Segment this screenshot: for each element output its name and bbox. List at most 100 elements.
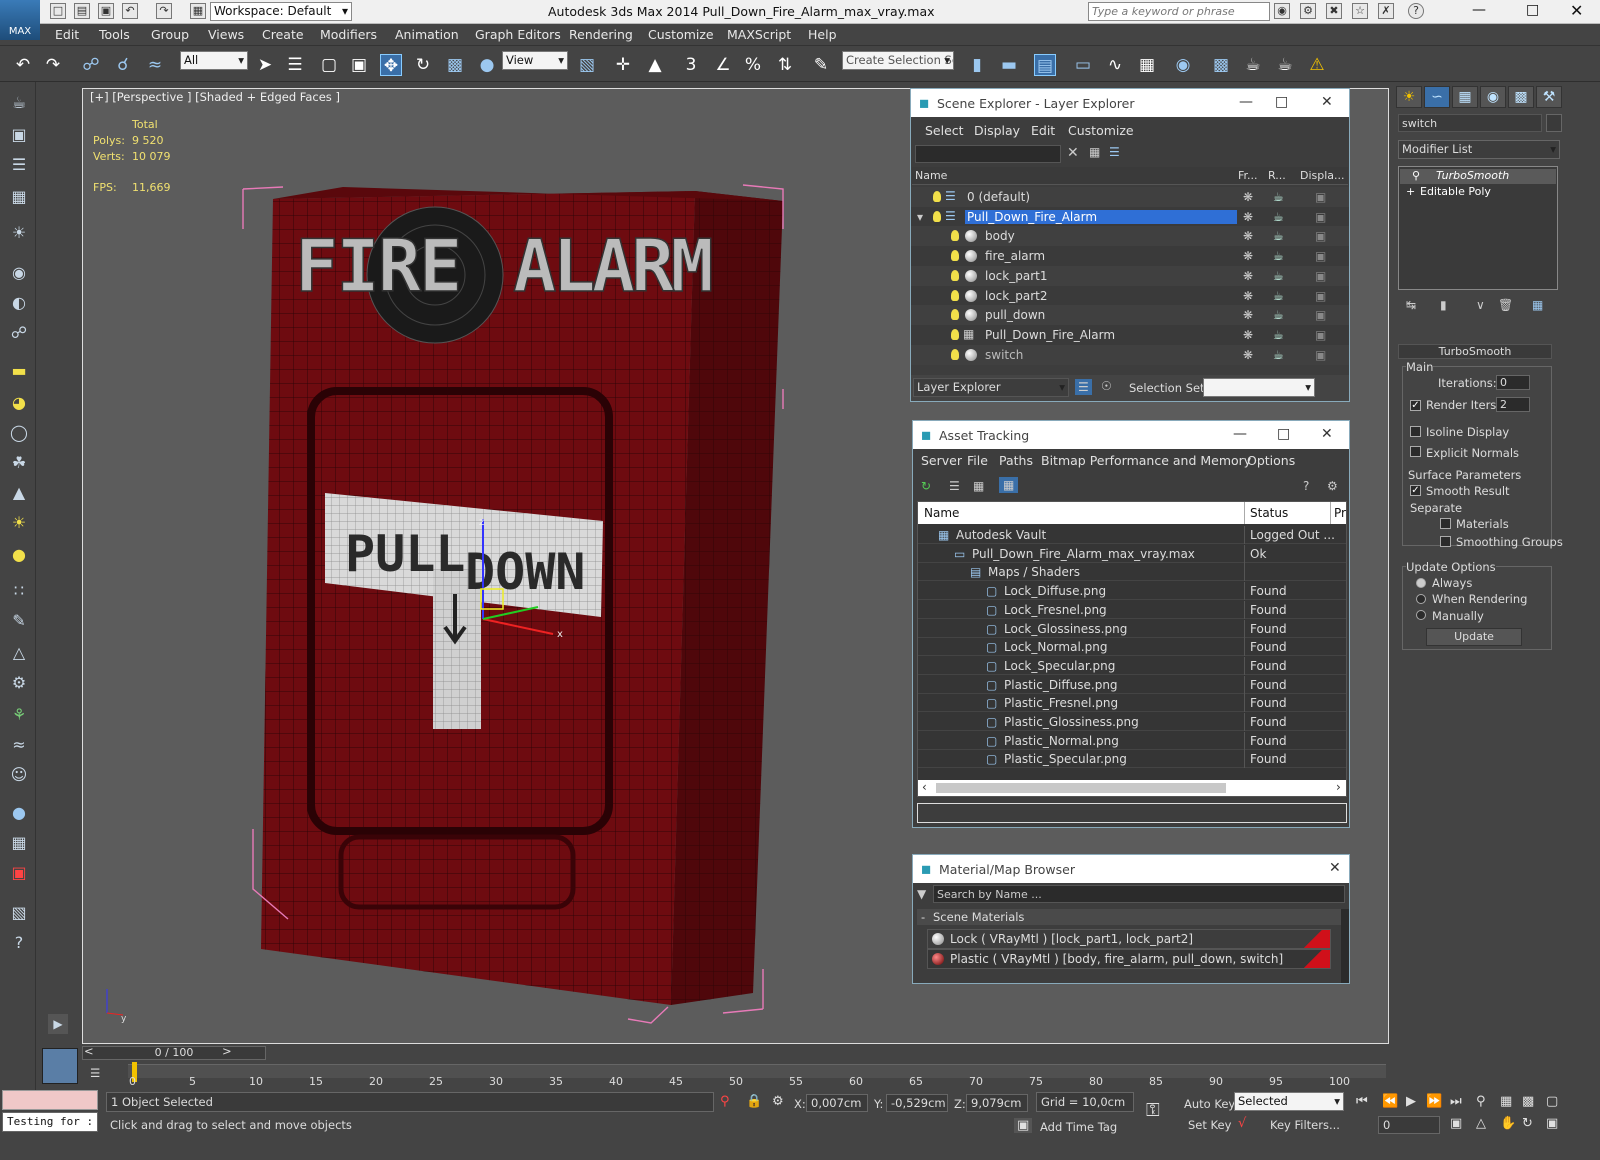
- col-freeze[interactable]: Fr...: [1238, 169, 1258, 182]
- absolute-mode-icon[interactable]: ⚙: [772, 1094, 784, 1109]
- table-row[interactable]: ▢ Plastic_Specular.png Found: [918, 750, 1346, 769]
- maxscript-input[interactable]: Testing for :: [2, 1112, 98, 1132]
- isolate-pin-icon[interactable]: ⚲: [720, 1094, 730, 1109]
- material-browser-titlebar[interactable]: ◼ Material/Map Browser ✕: [913, 855, 1349, 883]
- camera-icon[interactable]: ◉: [8, 262, 30, 284]
- pivot-center-icon[interactable]: ▧: [576, 54, 598, 76]
- expand-arrow-icon[interactable]: ▾: [917, 210, 923, 224]
- move-icon[interactable]: ✥: [380, 54, 402, 76]
- configure-sets-icon[interactable]: ▦: [1532, 298, 1543, 312]
- angle-snap-icon[interactable]: ∠: [712, 54, 734, 76]
- hierarchy-icon[interactable]: ☉: [1101, 379, 1112, 393]
- menu-maxscript[interactable]: MAXScript: [727, 27, 791, 42]
- se-row[interactable]: ☰ 0 (default) ❋ ☕ ▣: [911, 187, 1349, 207]
- lock-selection-icon[interactable]: 🔒: [746, 1094, 762, 1109]
- show-end-result-icon[interactable]: ▮: [1440, 298, 1447, 312]
- at-menu-options[interactable]: Options: [1247, 453, 1295, 468]
- minimize-button[interactable]: —: [1233, 426, 1247, 442]
- help-icon[interactable]: ?: [1303, 479, 1309, 493]
- workspace-dropdown[interactable]: Workspace: Default ▾: [210, 2, 352, 21]
- play-arrow-icon[interactable]: ▶: [48, 1014, 68, 1034]
- se-menu-customize[interactable]: Customize: [1068, 123, 1134, 138]
- z-coordinate-field[interactable]: 9,079cm: [966, 1094, 1028, 1112]
- table-row[interactable]: ▤ Maps / Shaders: [918, 563, 1346, 582]
- se-menu-display[interactable]: Display: [974, 123, 1020, 138]
- table-row[interactable]: ▢ Lock_Fresnel.png Found: [918, 600, 1346, 619]
- at-menu-server[interactable]: Server: [921, 453, 962, 468]
- teapot-icon[interactable]: ☕: [8, 92, 30, 114]
- pan-hand-icon[interactable]: ✋: [1500, 1116, 1516, 1131]
- display-box-icon[interactable]: ▣: [1315, 249, 1326, 263]
- hierarchy-tab-icon[interactable]: ▦: [1452, 86, 1478, 108]
- render-setup-icon[interactable]: ▩: [1210, 54, 1232, 76]
- table-row[interactable]: ▭ Pull_Down_Fire_Alarm_max_vray.max Ok: [918, 544, 1346, 563]
- zoom-extents-icon[interactable]: ▩: [1522, 1094, 1534, 1109]
- visibility-bulb-icon[interactable]: [933, 191, 941, 202]
- helper-icon[interactable]: ◐: [8, 292, 30, 314]
- stack-item-editable-poly[interactable]: + Editable Poly: [1400, 185, 1556, 200]
- visibility-bulb-icon[interactable]: [951, 309, 959, 321]
- visibility-bulb-icon[interactable]: [951, 269, 959, 281]
- close-button[interactable]: ✕: [1570, 1, 1583, 20]
- table-row[interactable]: ▢ Lock_Specular.png Found: [918, 656, 1346, 675]
- se-row[interactable]: ☰ Pull_Down_Fire_Alarm ❋ ☕ ▣ ▾: [911, 206, 1349, 227]
- favorites-star-icon[interactable]: ☆: [1352, 3, 1368, 19]
- orbit-icon[interactable]: ↻: [1522, 1116, 1533, 1131]
- snap-3d-icon[interactable]: 3: [680, 54, 702, 76]
- se-row[interactable]: lock_part2 ❋ ☕ ▣: [911, 285, 1349, 306]
- stack-item-turbosmooth[interactable]: ⚲ TurboSmooth: [1400, 169, 1556, 184]
- table-row[interactable]: ▢ Plastic_Fresnel.png Found: [918, 694, 1346, 713]
- list-view-icon[interactable]: ☰: [949, 479, 960, 493]
- freeze-icon[interactable]: ❋: [1243, 190, 1253, 204]
- render-teapot-icon[interactable]: ☕: [1273, 289, 1284, 303]
- viewport-toggle-icon[interactable]: ▣: [1546, 1116, 1558, 1131]
- render-teapot-icon[interactable]: ☕: [1273, 190, 1284, 204]
- render-iters-spinner[interactable]: 2: [1496, 397, 1530, 412]
- next-frame-icon[interactable]: >: [222, 1044, 232, 1058]
- graphite-ribbon-icon[interactable]: ▭: [1072, 54, 1094, 76]
- menu-create[interactable]: Create: [262, 27, 304, 42]
- se-row[interactable]: switch ❋ ☕ ▣: [911, 344, 1349, 365]
- visibility-bulb-icon[interactable]: [951, 348, 959, 360]
- key-filters-button[interactable]: Key Filters...: [1270, 1118, 1340, 1132]
- rect-selection-icon[interactable]: ▢: [318, 54, 340, 76]
- visibility-bulb-icon[interactable]: [951, 289, 959, 301]
- freeze-icon[interactable]: ❋: [1243, 328, 1253, 342]
- maximize-button[interactable]: □: [1277, 426, 1290, 442]
- make-unique-icon[interactable]: ∨: [1476, 298, 1485, 312]
- at-col-name[interactable]: Name: [924, 506, 959, 520]
- table-row[interactable]: ▢ Lock_Glossiness.png Found: [918, 619, 1346, 638]
- maximize-button[interactable]: □: [1526, 2, 1539, 18]
- se-row[interactable]: body ❋ ☕ ▣: [911, 226, 1349, 247]
- dome-icon[interactable]: ◕: [8, 392, 30, 414]
- se-menu-edit[interactable]: Edit: [1031, 123, 1055, 138]
- se-row[interactable]: lock_part1 ❋ ☕ ▣: [911, 265, 1349, 286]
- modifier-list-dropdown[interactable]: Modifier List: [1398, 140, 1560, 159]
- maximize-viewport-icon[interactable]: ▢: [1546, 1094, 1558, 1109]
- y-coordinate-field[interactable]: -0,529cm: [886, 1094, 948, 1112]
- binoculars-icon[interactable]: ◉: [1274, 3, 1290, 19]
- settings-icon[interactable]: ⚙: [1327, 479, 1338, 493]
- material-search-input[interactable]: Search by Name ...: [933, 885, 1345, 903]
- menu-group[interactable]: Group: [151, 27, 189, 42]
- scene-materials-group[interactable]: - Scene Materials: [917, 909, 1341, 925]
- mini-curve-toggle[interactable]: [42, 1048, 78, 1084]
- materials-checkbox[interactable]: [1440, 518, 1451, 529]
- array-icon[interactable]: ∷: [8, 580, 30, 602]
- globe-icon[interactable]: ●: [8, 802, 30, 824]
- rendered-frame-icon[interactable]: ☕: [1242, 54, 1264, 76]
- scroll-left-icon[interactable]: ‹: [922, 780, 927, 794]
- ring-icon[interactable]: ◯: [8, 422, 30, 444]
- export-icon[interactable]: ▧: [8, 902, 30, 924]
- render-teapot-icon[interactable]: ☕: [1273, 328, 1284, 342]
- edit-named-selection-icon[interactable]: ✎: [810, 54, 832, 76]
- display-box-icon[interactable]: ▣: [1315, 328, 1326, 342]
- material-item[interactable]: Plastic ( VRayMtl ) [body, fire_alarm, p…: [927, 949, 1331, 969]
- smoothing-groups-checkbox[interactable]: [1440, 536, 1451, 547]
- tracks-icon[interactable]: ☰: [90, 1066, 100, 1080]
- next-key-icon[interactable]: ⏩: [1426, 1094, 1442, 1109]
- render-teapot-icon[interactable]: ☕: [1273, 229, 1284, 243]
- prev-key-icon[interactable]: ⏪: [1382, 1094, 1398, 1109]
- asset-tracking-titlebar[interactable]: ◼ Asset Tracking — □ ✕: [913, 421, 1349, 449]
- reference-coordinate-dropdown[interactable]: View: [502, 51, 568, 70]
